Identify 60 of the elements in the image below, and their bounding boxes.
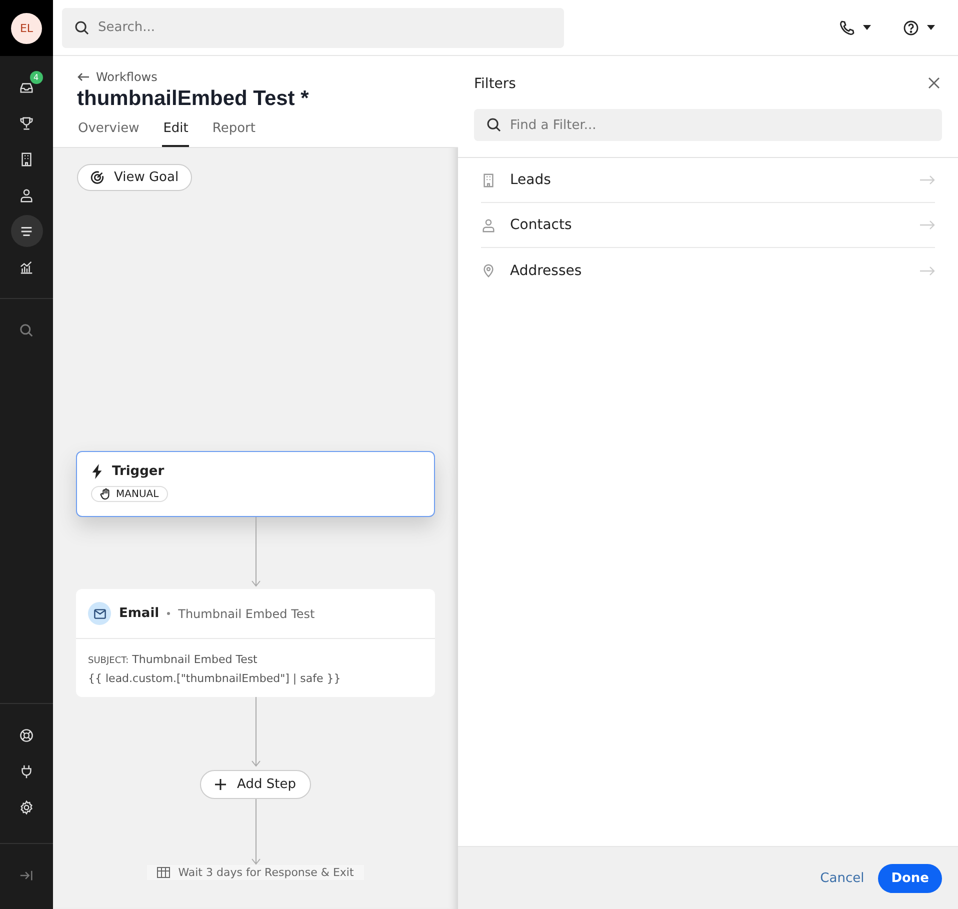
filter-search-field[interactable]: Find a Filter...	[474, 109, 942, 141]
caret-icon	[863, 25, 871, 30]
step-name: Thumbnail Embed Test	[178, 606, 315, 620]
lifebuoy-icon	[19, 728, 34, 742]
calendar-icon	[157, 867, 170, 878]
search-icon	[19, 322, 34, 338]
arrow-right-icon	[920, 175, 935, 185]
hand-icon	[100, 488, 111, 500]
chart-icon	[19, 260, 34, 274]
trophy-icon	[19, 116, 34, 130]
caret-icon	[927, 25, 935, 30]
email-subject: SUBJECT: Thumbnail Embed Test	[88, 653, 258, 666]
help-icon	[903, 20, 919, 36]
plug-icon	[19, 764, 34, 778]
notification-badge: 4	[30, 71, 42, 84]
close-icon	[928, 77, 940, 89]
connector-arrow	[250, 697, 260, 767]
target-icon	[90, 170, 105, 185]
envelope-icon	[88, 602, 111, 625]
email-body: {{ lead.custom.["thumbnailEmbed"] | safe }}	[88, 672, 342, 685]
email-step-card[interactable]: Email Thumbnail Embed Test SUBJECT: Thumbnail Embed Test {{ lead.custom.["thumbnailEmbed"] | safe }}	[76, 589, 435, 697]
person-icon	[19, 188, 34, 202]
back-link[interactable]: Workflows	[77, 70, 158, 84]
filter-category[interactable]: Leads	[481, 158, 935, 203]
card-title: Trigger	[112, 464, 164, 479]
building-icon	[481, 172, 496, 188]
workflow-title: thumbnailEmbed Test *	[77, 87, 310, 111]
arrow-left-icon	[77, 72, 90, 82]
arrow-right-icon	[920, 266, 935, 276]
add-step-button[interactable]: Add Step	[200, 770, 311, 799]
search-field[interactable]: Search...	[62, 8, 564, 48]
done-button[interactable]: Done	[878, 864, 942, 892]
tab[interactable]: Edit	[162, 119, 190, 147]
tab[interactable]: Report	[211, 119, 257, 147]
building-icon	[19, 152, 34, 166]
help-button[interactable]	[903, 20, 935, 36]
panel-title: Filters	[474, 76, 516, 92]
step-type: Email	[119, 606, 160, 621]
person-icon	[481, 218, 496, 232]
nav-item[interactable]	[10, 215, 42, 247]
filter-category[interactable]: Contacts	[481, 203, 935, 248]
lightning-icon	[91, 464, 103, 479]
arrow-right-icon	[920, 220, 935, 230]
phone-icon	[839, 20, 855, 36]
tab[interactable]: Overview	[77, 119, 140, 147]
wait-step-card[interactable]: Wait 3 days for Response & Exit	[147, 865, 364, 880]
phone-button[interactable]	[839, 20, 871, 36]
settings-icon	[19, 800, 34, 814]
trigger-card[interactable]: Trigger MANUAL	[76, 451, 435, 517]
plus-icon	[215, 779, 226, 790]
filter-category[interactable]: Addresses	[481, 248, 935, 293]
pin-icon	[481, 263, 496, 278]
separator-dot	[167, 612, 170, 615]
trigger-type-tag: MANUAL	[91, 486, 168, 502]
cancel-button[interactable]: Cancel	[820, 870, 864, 886]
view-goal-button[interactable]: View Goal	[77, 164, 192, 191]
connector-arrow	[250, 517, 260, 587]
user-avatar[interactable]: EL	[11, 12, 42, 44]
connector-arrow	[250, 799, 260, 865]
step-name: Wait 3 days for Response & Exit	[178, 866, 354, 879]
